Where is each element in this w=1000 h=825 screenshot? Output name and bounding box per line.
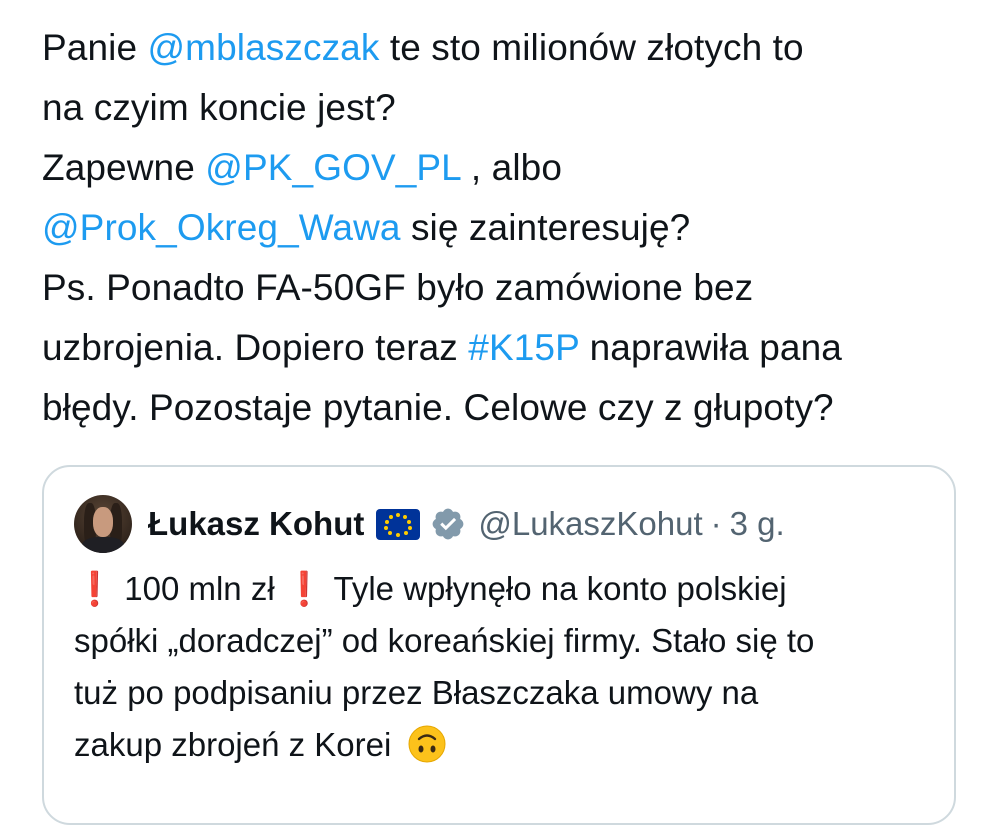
eu-flag-icon: [376, 508, 421, 540]
quote-line: tuż po podpisaniu przez Błaszczaka umowy…: [74, 674, 759, 711]
tweet-line: uzbrojenia. Dopiero teraz #K15P naprawił…: [42, 327, 842, 368]
exclamation-icon: ❗: [283, 570, 325, 607]
mention-link[interactable]: @PK_GOV_PL: [205, 147, 460, 188]
upside-down-face-emoji: [408, 725, 446, 763]
quote-header: Łukasz Kohut @LukaszKohut · 3 g.: [74, 495, 785, 553]
tweet-line: @Prok_Okreg_Wawa się zainteresuję?: [42, 207, 691, 248]
author-name[interactable]: Łukasz Kohut: [148, 505, 364, 543]
separator-dot: ·: [710, 505, 722, 542]
tweet-text: Panie @mblaszczak te sto milionów złotyc…: [42, 18, 982, 438]
mention-link[interactable]: @Prok_Okreg_Wawa: [42, 207, 401, 248]
tweet-line: Zapewne @PK_GOV_PL , albo: [42, 147, 562, 188]
verified-badge-icon: [432, 508, 464, 540]
hashtag-link[interactable]: #K15P: [468, 327, 579, 368]
timestamp[interactable]: 3 g.: [730, 505, 785, 543]
exclamation-icon: ❗: [74, 570, 116, 607]
tweet-line: na czyim koncie jest?: [42, 87, 396, 128]
author-handle[interactable]: @LukaszKohut: [478, 505, 702, 543]
quote-text: ❗ 100 mln zł ❗ Tyle wpłynęło na konto po…: [74, 563, 944, 771]
quote-line: spółki „doradczej” od koreańskiej firmy.…: [74, 622, 815, 659]
tweet-line: błędy. Pozostaje pytanie. Celowe czy z g…: [42, 387, 834, 428]
mention-link[interactable]: @mblaszczak: [148, 27, 380, 68]
quote-line: ❗ 100 mln zł ❗ Tyle wpłynęło na konto po…: [74, 570, 787, 607]
quote-line: zakup zbrojeń z Korei: [74, 719, 944, 771]
quoted-tweet-card[interactable]: Łukasz Kohut @LukaszKohut · 3 g. ❗ 100 m…: [42, 465, 956, 825]
tweet-line: Panie @mblaszczak te sto milionów złotyc…: [42, 27, 804, 68]
tweet-line: Ps. Ponadto FA-50GF było zamówione bez: [42, 267, 754, 308]
avatar[interactable]: [74, 495, 132, 553]
